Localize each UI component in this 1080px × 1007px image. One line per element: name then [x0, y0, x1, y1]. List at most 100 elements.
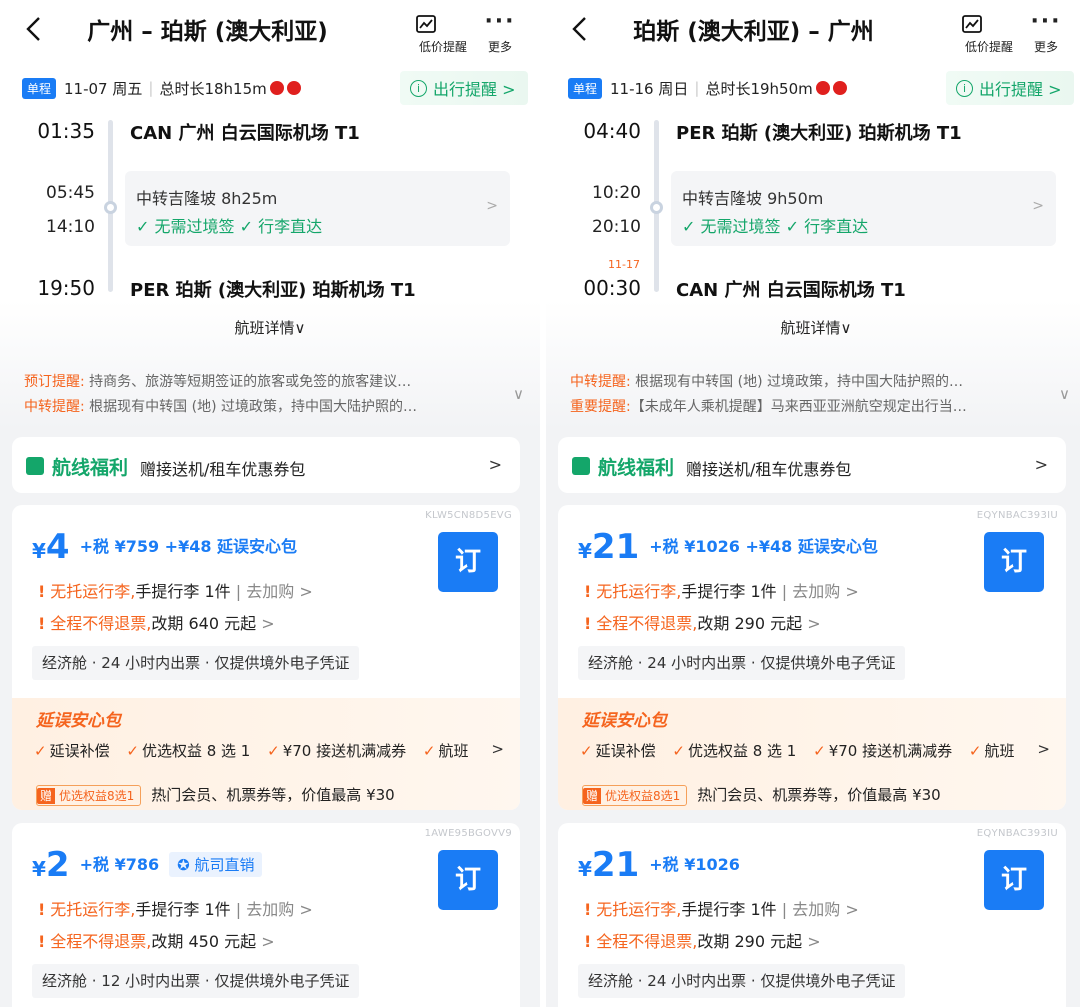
- notice-line-1[interactable]: 预订提醒: 持商务、旅游等短期签证的旅客或免签的旅客建议…: [24, 371, 495, 391]
- trip-duration: 总时长18h15m: [159, 79, 267, 98]
- low-price-alert-button[interactable]: 低价提醒: [959, 12, 1019, 55]
- chart-alert-icon: [416, 15, 436, 33]
- chevron-down-icon[interactable]: ∨: [1059, 385, 1070, 403]
- departure-time: 01:35: [37, 119, 95, 143]
- departure-airport: CAN 广州 白云国际机场 T1: [130, 123, 360, 144]
- offer-code: EQYNBAC393IU: [976, 828, 1058, 839]
- low-price-label: 低价提醒: [418, 40, 467, 54]
- warning-icon: !: [584, 900, 592, 919]
- delay-item: ✓ 航班: [422, 742, 469, 760]
- chevron-down-icon[interactable]: ∨: [513, 385, 524, 403]
- book-button[interactable]: 订: [984, 850, 1044, 910]
- add-purchase-link[interactable]: | 去加购 >: [231, 900, 313, 919]
- baggage-rule: ! 无托运行李,手提行李 1件 | 去加购 >: [584, 896, 859, 920]
- arrival-time: 00:30: [583, 276, 641, 300]
- baggage-rule: ! 无托运行李,手提行李 1件 | 去加购 >: [584, 578, 859, 602]
- notice-label: 中转提醒:: [24, 399, 85, 415]
- low-price-alert-button[interactable]: 低价提醒: [413, 12, 473, 55]
- trip-duration: 总时长19h50m: [705, 79, 813, 98]
- delay-item: ✓ 优选权益 8 选 1: [672, 742, 797, 760]
- refund-rule: ! 全程不得退票,改期 290 元起 >: [584, 928, 821, 952]
- rule-highlight: 全程不得退票,: [596, 932, 698, 951]
- rule-text: 手提行李 1件: [681, 900, 777, 919]
- warning-icon: !: [584, 932, 592, 951]
- currency-symbol: ¥: [578, 857, 592, 881]
- more-button[interactable]: ··· 更多: [470, 9, 530, 55]
- flight-detail-toggle[interactable]: 航班详情∨: [546, 317, 1080, 338]
- rule-text: 改期 640 元起: [151, 614, 257, 633]
- departure-airport: PER 珀斯 (澳大利亚) 珀斯机场 T1: [676, 123, 962, 144]
- more-button[interactable]: ··· 更多: [1016, 9, 1076, 55]
- warning-icon: !: [584, 614, 592, 633]
- more-label: 更多: [1033, 40, 1058, 54]
- rule-link[interactable]: >: [802, 614, 820, 633]
- transfer-depart-time: 20:10: [592, 217, 641, 237]
- flight-panel-outbound: 广州 – 珀斯 (澳大利亚) 低价提醒 ··· 更多 单程 11-07 周五 |…: [0, 0, 540, 1007]
- more-dots-icon: ···: [484, 9, 516, 34]
- route-benefit-card[interactable]: 航线福利 赠接送机/租车优惠券包 >: [12, 437, 520, 493]
- tax-text: +税 ¥1026 +¥48 延误安心包: [649, 537, 878, 556]
- travel-reminder-label: 出行提醒 >: [979, 80, 1062, 99]
- notice-line-2[interactable]: 重要提醒:【未成年人乘机提醒】马来西亚亚洲航空规定出行当…: [570, 396, 1041, 416]
- offer-price: ¥2 +税 ¥786 ✪ 航司直销: [32, 845, 263, 885]
- thumbs-up-icon: [26, 457, 44, 475]
- travel-reminder-button[interactable]: i 出行提醒 >: [400, 71, 528, 105]
- separator: |: [694, 79, 700, 97]
- currency-symbol: ¥: [578, 539, 592, 563]
- benefit-title: 航线福利: [598, 457, 675, 479]
- rule-link[interactable]: >: [256, 614, 274, 633]
- offer-price: ¥4 +税 ¥759 +¥48 延误安心包: [32, 527, 297, 567]
- arrival-airport: PER 珀斯 (澳大利亚) 珀斯机场 T1: [130, 280, 416, 301]
- transfer-text: 中转吉隆坡 8h25m: [136, 189, 278, 208]
- rule-text: 手提行李 1件: [135, 900, 231, 919]
- book-button[interactable]: 订: [984, 532, 1044, 592]
- rule-highlight: 全程不得退票,: [50, 614, 152, 633]
- airline-logo-icon: [815, 81, 830, 95]
- notice-line-2[interactable]: 中转提醒: 根据现有中转国 (地) 过境政策，持中国大陆护照的…: [24, 396, 495, 416]
- gift-row: 赠优选权益8选1 热门会员、机票券等，价值最高 ¥30: [36, 784, 395, 806]
- transfer-badges: ✓ 无需过境签 ✓ 行李直达: [136, 217, 323, 236]
- airline-logo-icon: [286, 81, 301, 95]
- back-arrow-icon[interactable]: [566, 14, 596, 44]
- delay-protection-section[interactable]: 延误安心包 ✓ 延误补偿 ✓ 优选权益 8 选 1 ✓ ¥70 接送机满减券 ✓ 航班 …: [558, 698, 1066, 810]
- page-title: 珀斯 (澳大利亚) – 广州: [633, 19, 874, 45]
- book-button[interactable]: 订: [438, 532, 498, 592]
- more-dots-icon: ···: [1030, 9, 1062, 34]
- baggage-rule: ! 无托运行李,手提行李 1件 | 去加购 >: [38, 578, 313, 602]
- chevron-right-icon: >: [486, 198, 498, 214]
- chevron-right-icon: >: [1034, 455, 1048, 474]
- book-button[interactable]: 订: [438, 850, 498, 910]
- flight-detail-toggle[interactable]: 航班详情∨: [0, 317, 540, 338]
- trip-type-tag: 单程: [568, 77, 603, 99]
- transfer-info-box[interactable]: 中转吉隆坡 8h25m ✓ 无需过境签 ✓ 行李直达 >: [125, 171, 510, 246]
- notice-line-1[interactable]: 中转提醒: 根据现有中转国 (地) 过境政策，持中国大陆护照的…: [570, 371, 1041, 391]
- cabin-info: 经济舱 · 12 小时内出票 · 仅提供境外电子凭证: [32, 964, 360, 998]
- low-price-label: 低价提醒: [964, 40, 1013, 54]
- delay-items: ✓ 延误补偿 ✓ 优选权益 8 选 1 ✓ ¥70 接送机满减券 ✓ 航班: [34, 740, 480, 761]
- add-purchase-link[interactable]: | 去加购 >: [777, 582, 859, 601]
- currency-symbol: ¥: [32, 539, 46, 563]
- add-purchase-link[interactable]: | 去加购 >: [231, 582, 313, 601]
- rule-text: 改期 290 元起: [697, 932, 803, 951]
- rule-link[interactable]: >: [802, 932, 820, 951]
- route-benefit-card[interactable]: 航线福利 赠接送机/租车优惠券包 >: [558, 437, 1066, 493]
- add-purchase-link[interactable]: | 去加购 >: [777, 900, 859, 919]
- departure-time: 04:40: [583, 119, 641, 143]
- delay-item: ✓ 延误补偿: [34, 742, 110, 760]
- trip-date: 11-16 周日: [610, 79, 689, 98]
- price-value: 4: [45, 527, 70, 567]
- transfer-info-box[interactable]: 中转吉隆坡 9h50m ✓ 无需过境签 ✓ 行李直达 >: [671, 171, 1056, 246]
- warning-icon: !: [38, 932, 46, 951]
- price-value: 21: [591, 845, 640, 885]
- thumbs-up-icon: [572, 457, 590, 475]
- chevron-right-icon: >: [1037, 740, 1050, 758]
- back-arrow-icon[interactable]: [20, 14, 50, 44]
- rule-text: 改期 290 元起: [697, 614, 803, 633]
- offer-code: EQYNBAC393IU: [976, 510, 1058, 521]
- delay-protection-section[interactable]: 延误安心包 ✓ 延误补偿 ✓ 优选权益 8 选 1 ✓ ¥70 接送机满减券 ✓ 航班 …: [12, 698, 520, 810]
- offer-code: KLW5CN8D5EVG: [425, 510, 512, 521]
- rule-link[interactable]: >: [256, 932, 274, 951]
- currency-symbol: ¥: [32, 857, 46, 881]
- travel-reminder-button[interactable]: i 出行提醒 >: [946, 71, 1074, 105]
- screenshot-wrapper: 广州 – 珀斯 (澳大利亚) 低价提醒 ··· 更多 单程 11-07 周五 |…: [0, 0, 1080, 1007]
